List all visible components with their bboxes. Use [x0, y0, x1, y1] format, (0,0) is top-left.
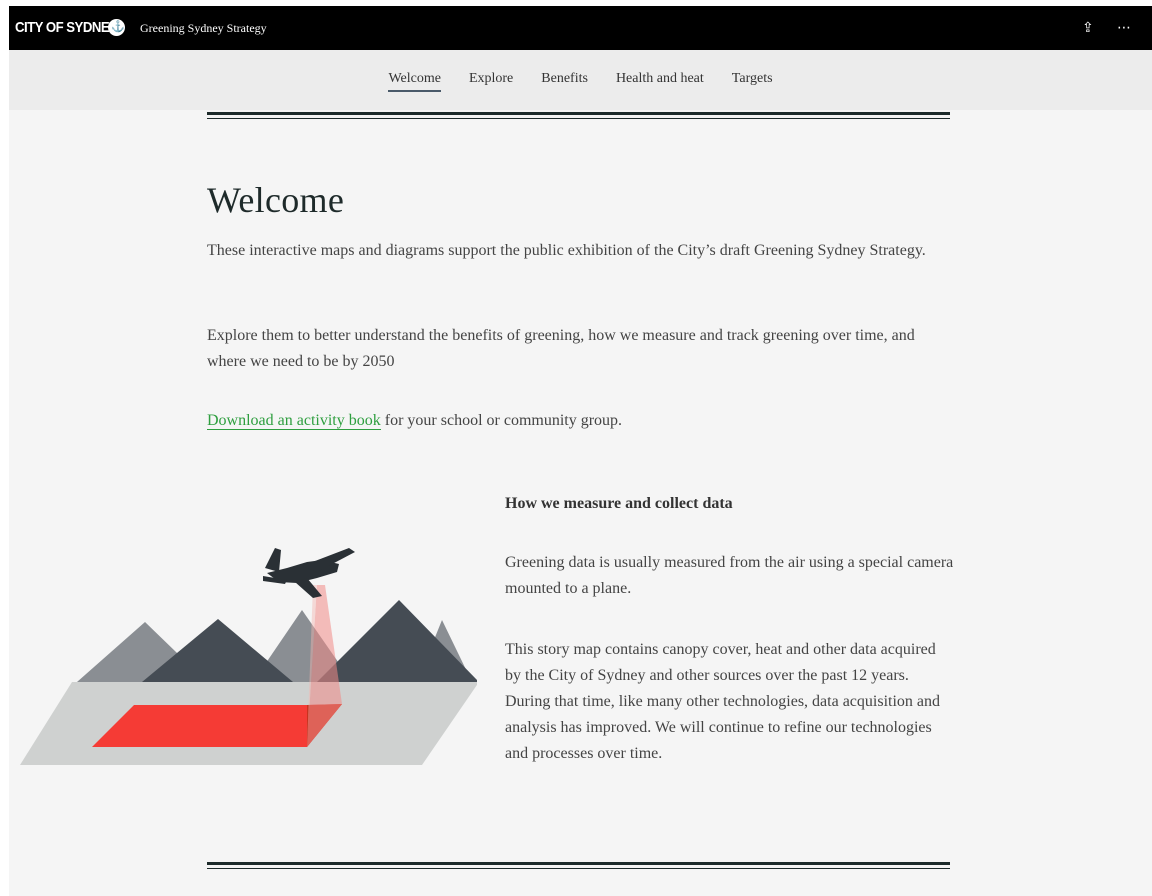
mountain-front-right	[317, 600, 477, 682]
section-divider-bottom	[207, 862, 950, 869]
site-title[interactable]: Greening Sydney Strategy	[140, 6, 267, 50]
top-bar: CITY OF SYDNEY ⚓ Greening Sydney Strateg…	[9, 6, 1152, 50]
intro-paragraph: These interactive maps and diagrams supp…	[207, 242, 926, 259]
share-icon[interactable]: ⇪	[1082, 6, 1094, 50]
aerial-survey-illustration	[20, 548, 477, 765]
nav-tab-benefits[interactable]: Benefits	[541, 50, 588, 110]
page-title: Welcome	[207, 180, 345, 220]
more-options-icon[interactable]: ⋯	[1117, 6, 1132, 50]
activity-book-paragraph: Download an activity book for your schoo…	[207, 408, 952, 434]
story-navigation: Welcome Explore Benefits Health and heat…	[9, 50, 1152, 110]
airplane-icon	[263, 548, 355, 598]
nav-tab-health-and-heat[interactable]: Health and heat	[616, 50, 704, 110]
city-crest-icon: ⚓	[108, 19, 125, 36]
activity-book-text: for your school or community group.	[380, 412, 623, 429]
story-content: Welcome These interactive maps and diagr…	[9, 110, 1152, 896]
section-divider-top	[207, 112, 950, 119]
nav-tab-explore[interactable]: Explore	[469, 50, 513, 110]
section-heading: How we measure and collect data	[505, 495, 733, 512]
city-of-sydney-logo[interactable]: CITY OF SYDNEY	[15, 6, 118, 50]
nav-tab-welcome[interactable]: Welcome	[388, 50, 441, 110]
measurement-paragraph: Greening data is usually measured from t…	[505, 554, 954, 597]
nav-tab-targets[interactable]: Targets	[732, 50, 773, 110]
data-description-paragraph: This story map contains canopy cover, he…	[505, 641, 940, 762]
explore-paragraph: Explore them to better understand the be…	[207, 327, 915, 370]
scanned-area-highlight	[92, 704, 342, 747]
download-activity-book-link[interactable]: Download an activity book	[207, 412, 381, 430]
